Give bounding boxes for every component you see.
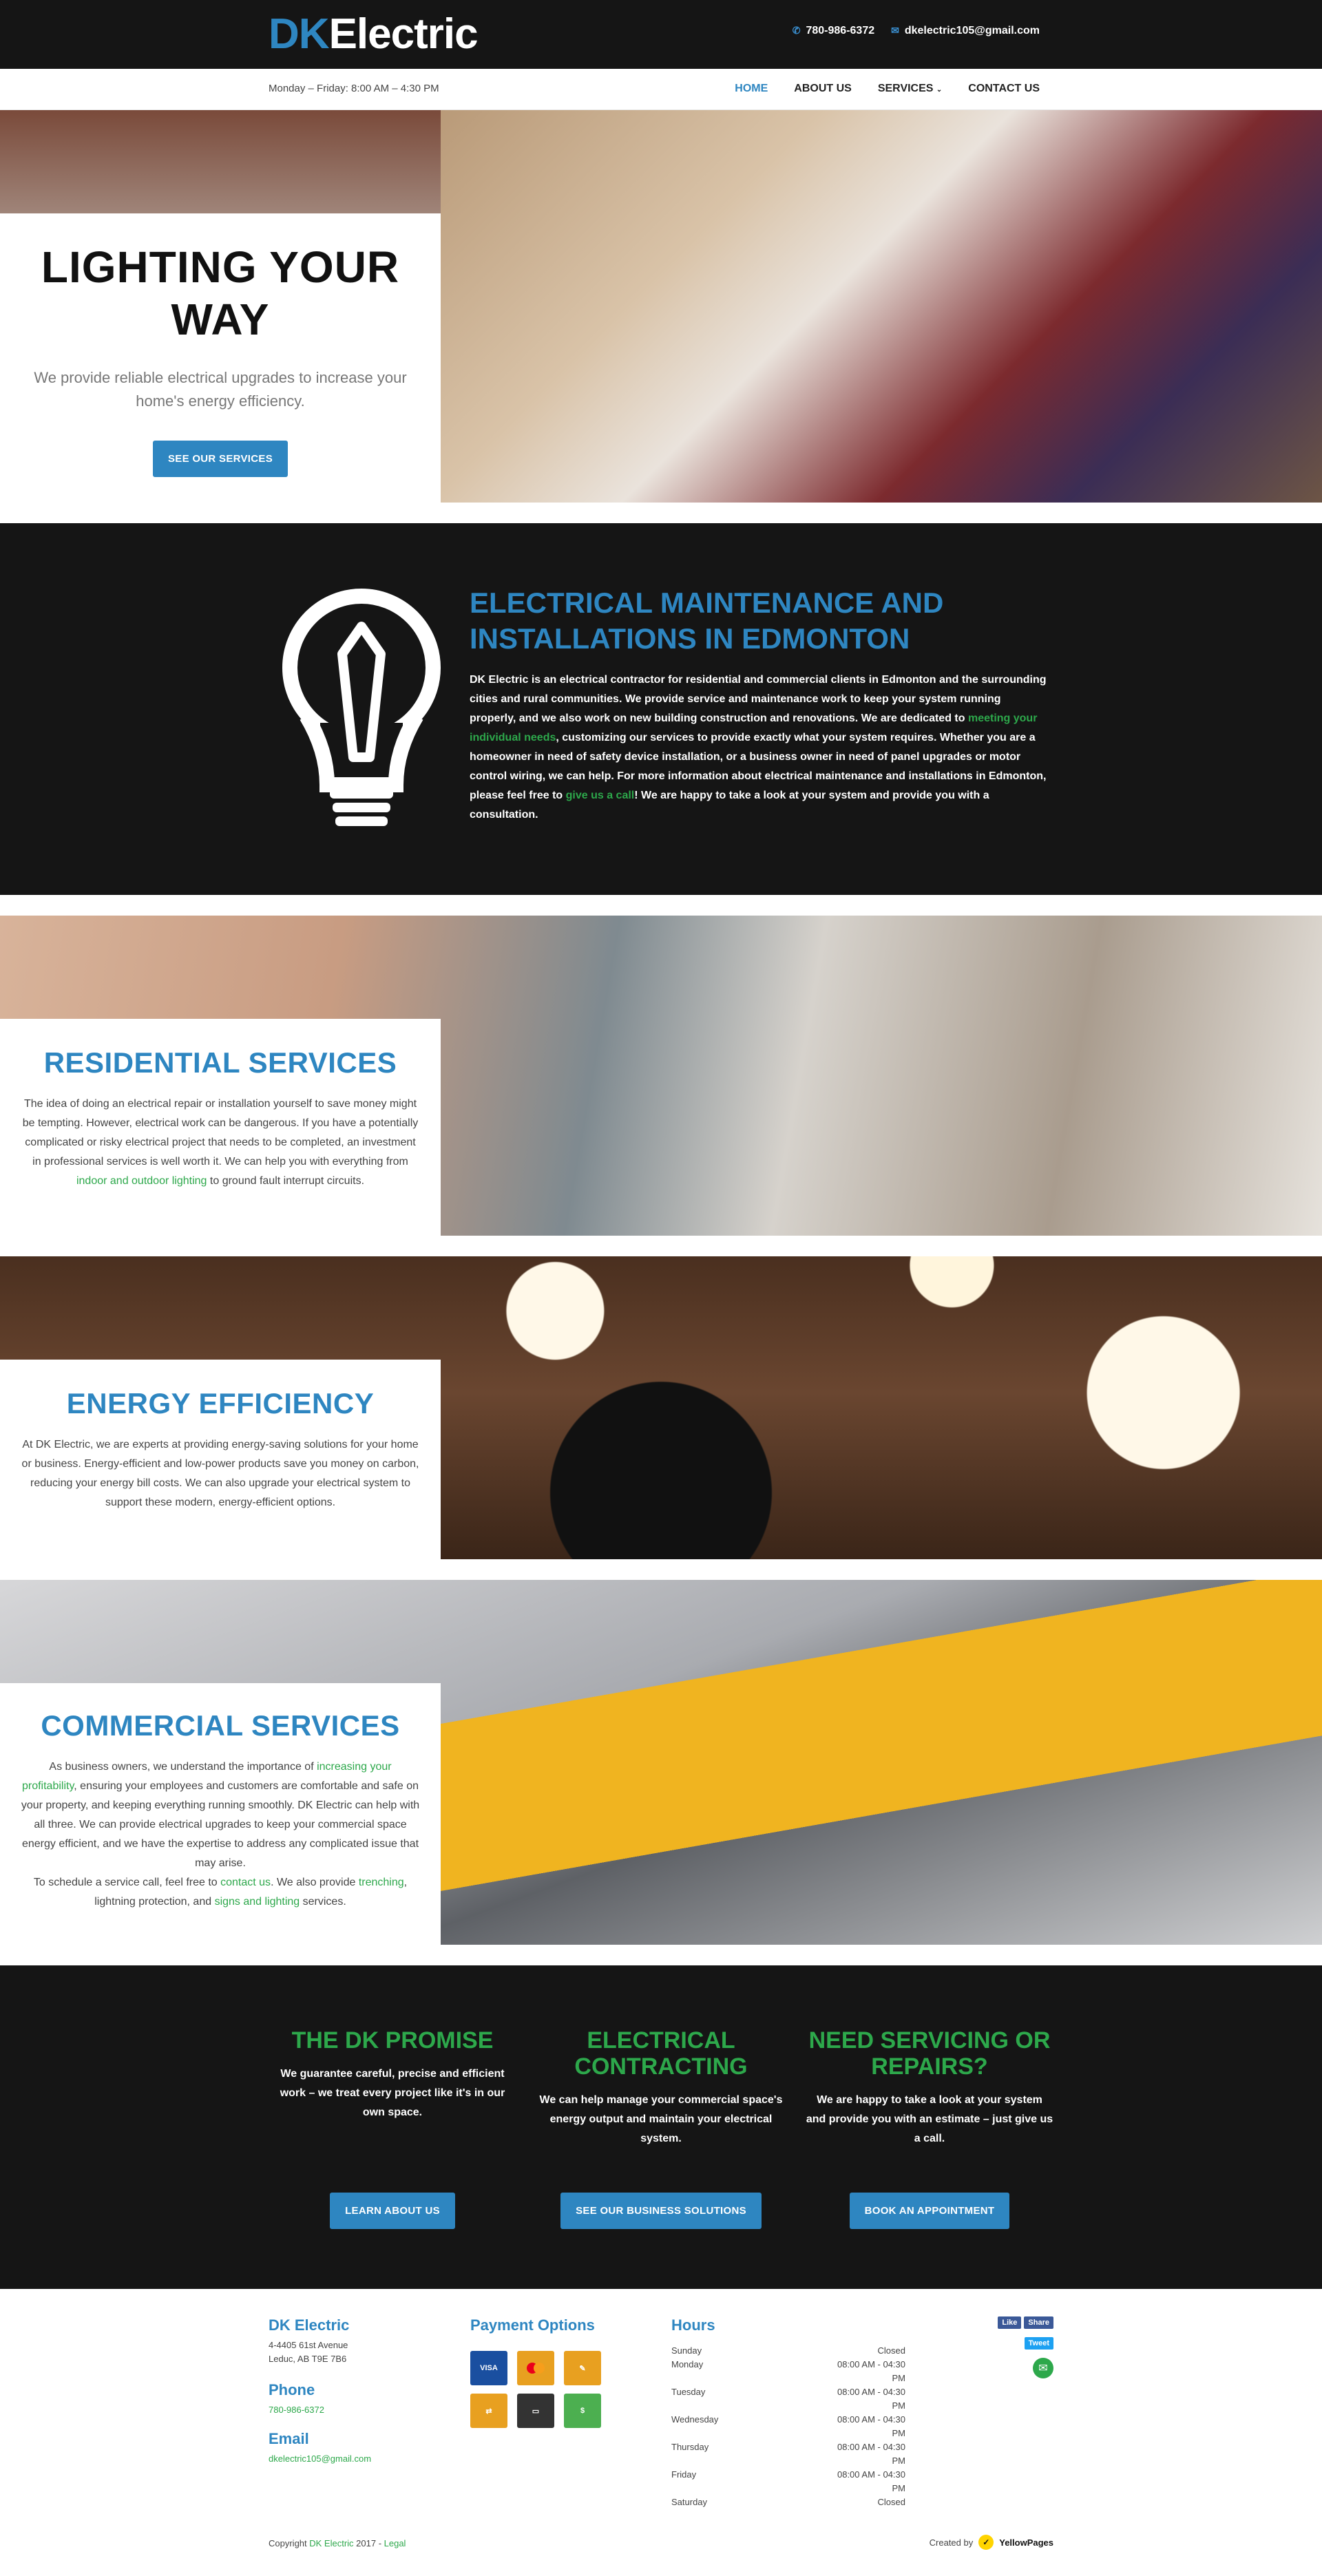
promise-column: THE DK PROMISE We guarantee careful, pre… bbox=[269, 2027, 516, 2149]
main-navbar: Monday – Friday: 8:00 AM – 4:30 PM HOME … bbox=[0, 69, 1322, 110]
residential-text: The idea of doing an electrical repair o… bbox=[22, 1098, 419, 1187]
site-logo[interactable]: DKElectric bbox=[269, 10, 479, 59]
about-title: ELECTRICAL MAINTENANCE AND INSTALLATIONS… bbox=[470, 587, 944, 655]
commercial-text-1: As business owners, we understand the im… bbox=[21, 1761, 420, 1869]
chevron-down-icon: ⌄ bbox=[936, 86, 943, 94]
trenching-link[interactable]: trenching bbox=[359, 1877, 404, 1888]
hero-title: LIGHTING YOUR WAY bbox=[41, 242, 400, 344]
social-buttons: Like Share Tweet ✉ bbox=[988, 2316, 1053, 2378]
footer-email-heading: Email bbox=[269, 2430, 309, 2447]
legal-link[interactable]: Legal bbox=[384, 2538, 406, 2548]
residential-title: RESIDENTIAL SERVICES bbox=[43, 1046, 397, 1079]
header-email-link[interactable]: ✉ dkelectric105@gmail.com bbox=[891, 25, 1040, 37]
footer-phone-heading: Phone bbox=[269, 2381, 315, 2398]
footer-address: 4-4405 61st Avenue Leduc, AB T9E 7B6 bbox=[269, 2340, 348, 2364]
footer-phone-link[interactable]: 780-986-6372 bbox=[269, 2405, 371, 2415]
site-footer: DK Electric 4-4405 61st Avenue Leduc, AB … bbox=[0, 2289, 1322, 2576]
book-appointment-button[interactable]: BOOK AN APPOINTMENT bbox=[849, 2193, 1010, 2229]
promise-text: We guarantee careful, precise and effici… bbox=[280, 2068, 505, 2118]
mastercard-icon bbox=[517, 2351, 554, 2385]
nav-contact[interactable]: CONTACT US bbox=[968, 83, 1040, 95]
voltage-tester-image bbox=[427, 1580, 1322, 1945]
hero-family-photo bbox=[441, 110, 1322, 503]
header-email: dkelectric105@gmail.com bbox=[904, 25, 1040, 36]
top-header: DKElectric ✆ 780-986-6372 ✉ dkelectric105@… bbox=[0, 0, 1322, 69]
servicing-title: NEED SERVICING OR REPAIRS? bbox=[808, 2027, 1051, 2080]
copyright: Copyright DK Electric 2017 - Legal bbox=[269, 2538, 406, 2548]
about-section: ELECTRICAL MAINTENANCE AND INSTALLATIONS… bbox=[0, 523, 1322, 895]
energy-card: ENERGY EFFICIENCY At DK Electric, we are… bbox=[0, 1360, 441, 1559]
promise-title: THE DK PROMISE bbox=[291, 2027, 494, 2054]
logo-dk: DK bbox=[269, 10, 330, 58]
hours-heading: Hours bbox=[671, 2316, 715, 2334]
payment-icons: VISA ✎ ⇄ ▭ $ bbox=[470, 2351, 601, 2428]
energy-section: ENERGY EFFICIENCY At DK Electric, we are… bbox=[0, 1256, 1322, 1559]
footer-payment: Payment Options VISA ✎ ⇄ ▭ $ bbox=[470, 2316, 601, 2428]
energy-title: ENERGY EFFICIENCY bbox=[66, 1387, 375, 1419]
commercial-section: COMMERCIAL SERVICES As business owners, … bbox=[0, 1580, 1322, 1945]
nav-about[interactable]: ABOUT US bbox=[794, 83, 852, 95]
contracting-column: ELECTRICAL CONTRACTING We can help manag… bbox=[537, 2027, 785, 2149]
hero-subtitle: We provide reliable electrical upgrades … bbox=[34, 369, 407, 410]
created-by-yellowpages[interactable]: Created by ✓ YellowPages bbox=[930, 2535, 1053, 2550]
yellowpages-logo-icon: ✓ bbox=[978, 2535, 994, 2550]
about-text-block: ELECTRICAL MAINTENANCE AND INSTALLATIONS… bbox=[470, 585, 1048, 825]
business-hours: Monday – Friday: 8:00 AM – 4:30 PM bbox=[269, 83, 439, 94]
cheque-icon: ✎ bbox=[564, 2351, 601, 2385]
logo-electric: Electric bbox=[328, 10, 479, 58]
commercial-card: COMMERCIAL SERVICES As business owners, … bbox=[0, 1683, 441, 1945]
contracting-title: ELECTRICAL CONTRACTING bbox=[574, 2027, 748, 2080]
phone-icon: ✆ bbox=[792, 25, 801, 36]
envelope-icon: ✉ bbox=[891, 25, 899, 36]
footer-email-link[interactable]: dkelectric105@gmail.com bbox=[269, 2453, 371, 2464]
hero-section: LIGHTING YOUR WAY We provide reliable el… bbox=[0, 110, 1322, 503]
nav-home[interactable]: HOME bbox=[735, 83, 768, 95]
energy-text: At DK Electric, we are experts at provid… bbox=[21, 1439, 419, 1508]
lightbulb-icon bbox=[282, 589, 441, 826]
give-call-link[interactable]: give us a call bbox=[566, 790, 635, 801]
debit-icon: ▭ bbox=[517, 2394, 554, 2428]
contracting-text: We can help manage your commercial space… bbox=[539, 2094, 783, 2144]
residential-card: RESIDENTIAL SERVICES The idea of doing a… bbox=[0, 1019, 441, 1236]
cash-icon: $ bbox=[564, 2394, 601, 2428]
facebook-share-button[interactable]: Share bbox=[1024, 2316, 1053, 2329]
business-solutions-button[interactable]: SEE OUR BUSINESS SOLUTIONS bbox=[560, 2193, 762, 2229]
hours-table: Sunday Closed Monday 08:00 AM - 04:30 PM T… bbox=[671, 2345, 905, 2507]
lighting-link[interactable]: indoor and outdoor lighting bbox=[76, 1175, 207, 1187]
footer-hours: Hours Sunday Closed Monday 08:00 AM - 04:3… bbox=[671, 2316, 905, 2509]
copyright-company-link[interactable]: DK Electric bbox=[309, 2538, 353, 2548]
tweet-button[interactable]: Tweet bbox=[1024, 2337, 1053, 2350]
hero-card: LIGHTING YOUR WAY We provide reliable el… bbox=[0, 213, 441, 503]
header-phone-link[interactable]: ✆ 780-986-6372 bbox=[793, 25, 874, 37]
header-contact: ✆ 780-986-6372 ✉ dkelectric105@gmail.com bbox=[793, 25, 1040, 37]
commercial-text-2: To schedule a service call, feel free to… bbox=[33, 1877, 408, 1908]
payment-heading: Payment Options bbox=[470, 2316, 595, 2334]
footer-company: DK Electric bbox=[269, 2316, 350, 2334]
header-phone: 780-986-6372 bbox=[806, 25, 875, 36]
servicing-column: NEED SERVICING OR REPAIRS? We are happy … bbox=[806, 2027, 1053, 2149]
learn-about-us-button[interactable]: LEARN ABOUT US bbox=[330, 2193, 455, 2229]
promise-section: THE DK PROMISE We guarantee careful, pre… bbox=[0, 1965, 1322, 2289]
etransfer-icon: ⇄ bbox=[470, 2394, 507, 2428]
main-nav: HOME ABOUT US SERVICES ⌄ CONTACT US bbox=[735, 83, 1040, 95]
servicing-text: We are happy to take a look at your syst… bbox=[806, 2094, 1053, 2144]
nav-services-label: SERVICES bbox=[877, 83, 934, 94]
contact-us-link[interactable]: contact us bbox=[220, 1877, 271, 1888]
about-paragraph: DK Electric is an electrical contractor … bbox=[470, 674, 1047, 821]
signs-lighting-link[interactable]: signs and lighting bbox=[215, 1896, 300, 1908]
footer-contact: DK Electric 4-4405 61st Avenue Leduc, AB … bbox=[269, 2316, 371, 2464]
residential-section: RESIDENTIAL SERVICES The idea of doing a… bbox=[0, 916, 1322, 1236]
nav-services[interactable]: SERVICES ⌄ bbox=[878, 83, 942, 95]
visa-icon: VISA bbox=[470, 2351, 507, 2385]
commercial-title: COMMERCIAL SERVICES bbox=[41, 1709, 400, 1742]
see-services-button[interactable]: SEE OUR SERVICES bbox=[152, 441, 288, 477]
email-share-icon[interactable]: ✉ bbox=[1033, 2358, 1053, 2378]
facebook-like-button[interactable]: Like bbox=[998, 2316, 1022, 2329]
